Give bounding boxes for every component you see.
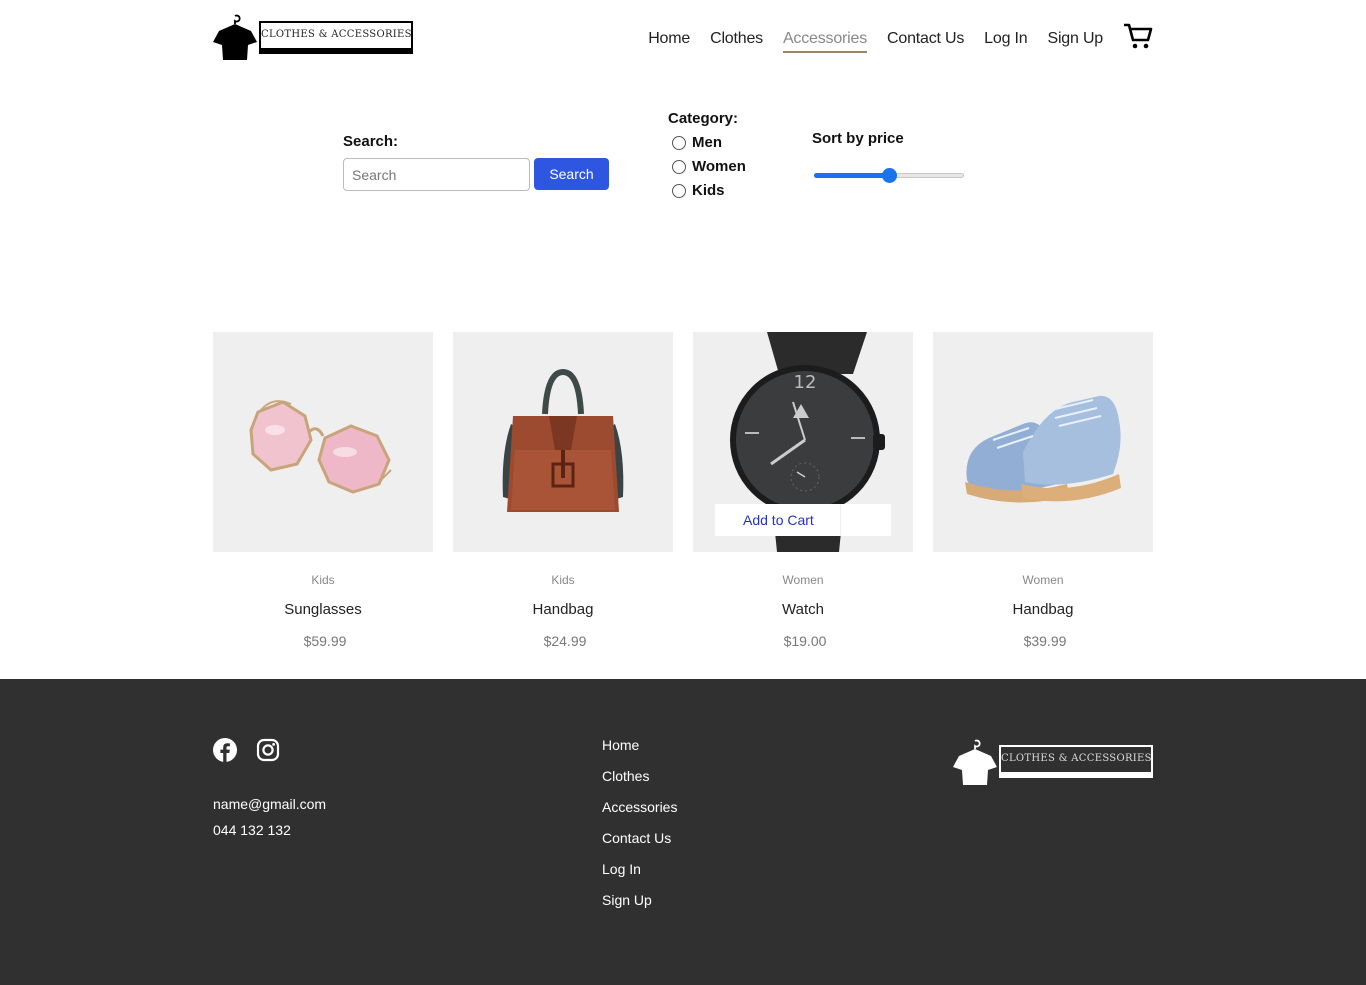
cart-icon[interactable] xyxy=(1123,22,1153,50)
category-option-label: Men xyxy=(692,134,722,151)
product-card[interactable]: Kids Handbag $24.99 xyxy=(453,332,673,649)
footer-email[interactable]: name@gmail.com xyxy=(213,791,326,817)
footer-link-clothes[interactable]: Clothes xyxy=(602,767,677,786)
product-price: $24.99 xyxy=(543,633,587,649)
search-label: Search: xyxy=(343,133,399,150)
product-name[interactable]: Handbag xyxy=(453,601,673,618)
svg-text:12: 12 xyxy=(794,372,817,393)
search-button[interactable]: Search xyxy=(534,158,609,190)
facebook-icon[interactable] xyxy=(213,738,237,762)
tshirt-hanger-icon xyxy=(953,739,997,785)
product-category: Women xyxy=(1022,573,1064,587)
product-card[interactable]: Kids Sunglasses $59.99 xyxy=(213,332,433,649)
sort-label: Sort by price xyxy=(812,130,904,147)
category-filter: Category: Men Women Kids xyxy=(668,110,746,199)
footer-link-log-in[interactable]: Log In xyxy=(602,860,677,879)
footer-link-sign-up[interactable]: Sign Up xyxy=(602,891,677,910)
nav-log-in[interactable]: Log In xyxy=(984,30,1027,53)
product-image-handbag[interactable] xyxy=(453,332,673,552)
product-price: $19.00 xyxy=(783,633,827,649)
category-option-men[interactable]: Men xyxy=(672,134,746,151)
footer-link-home[interactable]: Home xyxy=(602,736,677,755)
product-price: $39.99 xyxy=(1023,633,1067,649)
category-radio-women[interactable] xyxy=(672,159,686,174)
nav-clothes[interactable]: Clothes xyxy=(710,30,763,53)
category-option-women[interactable]: Women xyxy=(672,158,746,175)
footer-contact: name@gmail.com 044 132 132 xyxy=(213,791,326,843)
category-option-kids[interactable]: Kids xyxy=(672,182,746,199)
product-image-watch[interactable]: 12 Add to Cart xyxy=(693,332,913,552)
product-card[interactable]: Women Handbag $39.99 xyxy=(933,332,1153,649)
site-header: CLOTHES & ACCESSORIES Home Clothes Acces… xyxy=(213,0,1153,80)
footer-nav: Home Clothes Accessories Contact Us Log … xyxy=(602,736,677,910)
product-name[interactable]: Sunglasses xyxy=(213,601,433,618)
product-image-sunglasses[interactable] xyxy=(213,332,433,552)
handbag-image xyxy=(502,368,624,512)
logo-wordmark: CLOTHES & ACCESSORIES xyxy=(261,29,412,40)
product-price: $59.99 xyxy=(303,633,347,649)
nav-contact-us[interactable]: Contact Us xyxy=(887,30,964,53)
slider-thumb[interactable] xyxy=(882,168,897,183)
footer-phone[interactable]: 044 132 132 xyxy=(213,817,326,843)
product-name[interactable]: Handbag xyxy=(933,601,1153,618)
product-grid: Kids Sunglasses $59.99 Kids Handbag $24.… xyxy=(213,332,1153,649)
logo-wordmark-box: CLOTHES & ACCESSORIES xyxy=(999,745,1153,778)
nav-home[interactable]: Home xyxy=(648,30,690,53)
main-nav: Home Clothes Accessories Contact Us Log … xyxy=(648,30,1103,53)
search-input[interactable] xyxy=(343,158,530,191)
sort-filter: Sort by price xyxy=(812,130,964,183)
instagram-icon[interactable] xyxy=(256,738,280,762)
nav-accessories[interactable]: Accessories xyxy=(782,30,867,53)
category-option-label: Kids xyxy=(692,182,725,199)
product-card[interactable]: 12 Add to Cart Women Watch $19.00 xyxy=(693,332,913,649)
product-name[interactable]: Watch xyxy=(693,601,913,618)
search-filter: Search: Search xyxy=(343,133,609,191)
site-footer: name@gmail.com 044 132 132 Home Clothes … xyxy=(0,679,1366,985)
tshirt-hanger-icon xyxy=(213,14,257,60)
product-category: Women xyxy=(782,573,824,587)
category-radio-men[interactable] xyxy=(672,135,686,150)
sunglasses-image xyxy=(249,400,392,494)
footer-link-contact-us[interactable]: Contact Us xyxy=(602,829,677,848)
product-category: Kids xyxy=(311,573,335,587)
footer-link-accessories[interactable]: Accessories xyxy=(602,798,677,817)
slider-fill xyxy=(814,173,889,178)
sneakers-image xyxy=(965,395,1121,503)
logo-wordmark: CLOTHES & ACCESSORIES xyxy=(1001,753,1152,764)
footer-brand-logo[interactable]: CLOTHES & ACCESSORIES xyxy=(953,739,1153,787)
price-slider[interactable] xyxy=(814,167,964,183)
brand-logo[interactable]: CLOTHES & ACCESSORIES xyxy=(213,14,413,62)
product-image-sneakers[interactable] xyxy=(933,332,1153,552)
product-category: Kids xyxy=(551,573,575,587)
social-links xyxy=(213,738,280,762)
category-option-label: Women xyxy=(692,158,746,175)
category-label: Category: xyxy=(668,110,739,127)
add-to-cart-button[interactable]: Add to Cart xyxy=(715,504,891,536)
logo-wordmark-box: CLOTHES & ACCESSORIES xyxy=(259,21,413,54)
nav-sign-up[interactable]: Sign Up xyxy=(1047,30,1103,53)
category-radio-kids[interactable] xyxy=(672,183,686,198)
